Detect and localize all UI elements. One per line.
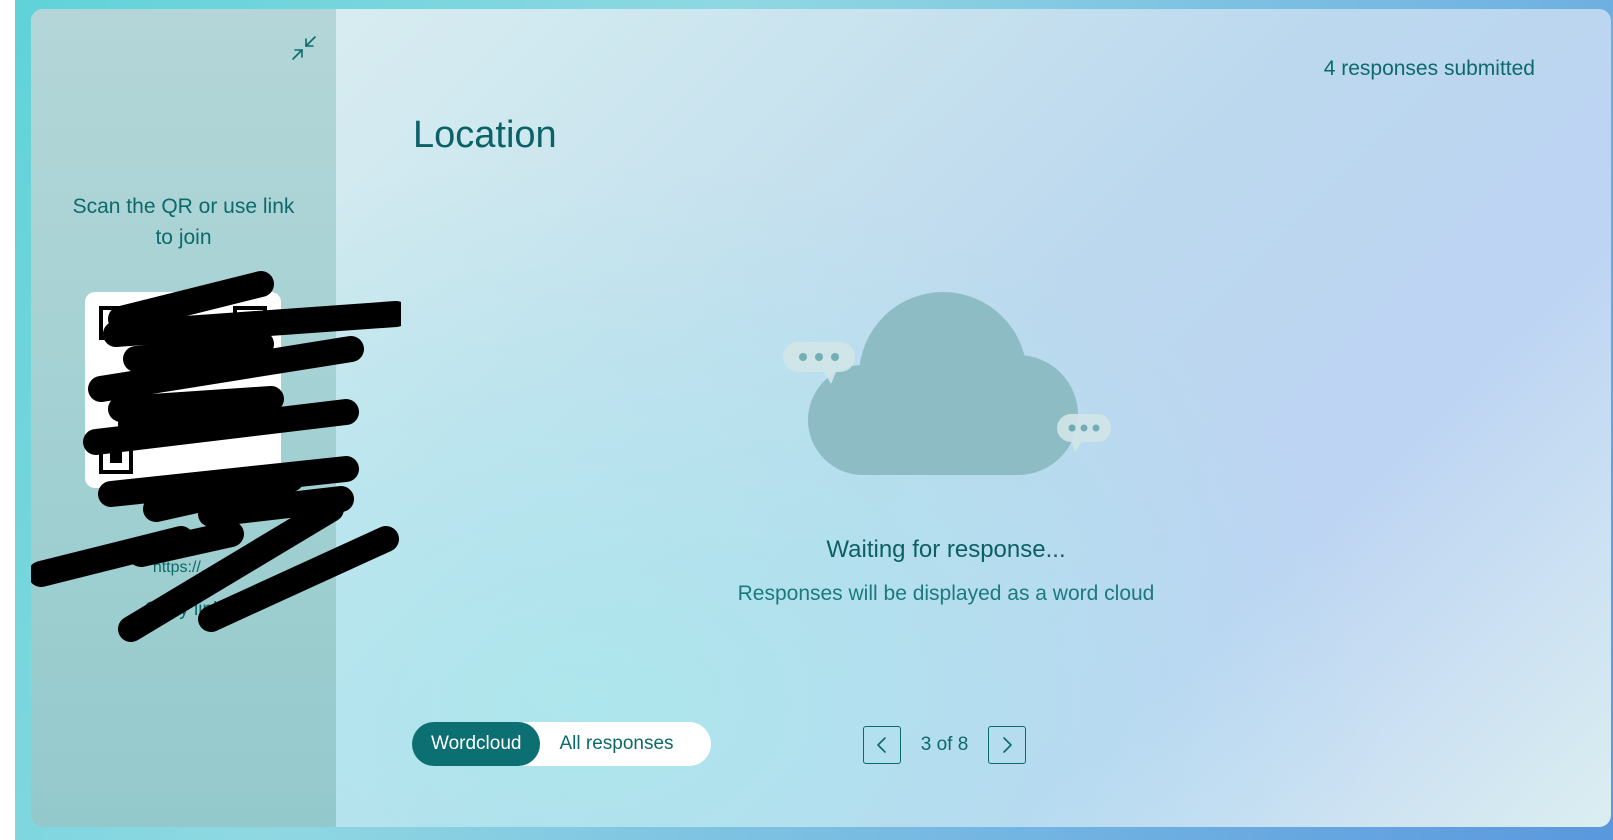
collapse-arrows-icon xyxy=(292,36,316,60)
responses-count: 4 responses submitted xyxy=(1323,57,1535,80)
all-responses-tab[interactable]: All responses xyxy=(540,722,692,766)
join-sidebar: Scan the QR or use link to join https://… xyxy=(31,9,401,827)
qr-code[interactable] xyxy=(85,292,281,488)
page-title: Location xyxy=(413,114,557,156)
join-instructions: Scan the QR or use link to join xyxy=(72,195,295,249)
cloud-shape xyxy=(808,292,1078,475)
join-link[interactable]: https://... xyxy=(71,559,296,577)
chevron-right-icon xyxy=(1003,737,1012,753)
collapse-button[interactable] xyxy=(288,32,320,64)
view-toggle: Wordcloud All responses xyxy=(412,722,711,766)
pager: 3 of 8 xyxy=(863,725,1026,765)
empty-state-subtitle: Responses will be displayed as a word cl… xyxy=(737,582,1155,605)
word-cloud-icon xyxy=(783,292,1111,475)
app-background: Scan the QR or use link to join https://… xyxy=(15,0,1613,840)
presentation-card: Scan the QR or use link to join https://… xyxy=(31,9,1611,827)
page-indicator: 3 of 8 xyxy=(920,734,969,755)
qr-finder xyxy=(233,306,267,340)
empty-state-title: Waiting for response... xyxy=(826,536,1066,563)
next-page-button[interactable] xyxy=(988,726,1026,764)
copy-link-button[interactable]: Copy link xyxy=(71,599,296,621)
main-panel: 4 responses submitted Location Waiting f… xyxy=(336,9,1611,827)
wordcloud-tab[interactable]: Wordcloud xyxy=(412,722,541,766)
qr-finder xyxy=(99,306,133,340)
chevron-left-icon xyxy=(877,737,886,753)
qr-finder xyxy=(99,440,133,474)
prev-page-button[interactable] xyxy=(863,726,901,764)
